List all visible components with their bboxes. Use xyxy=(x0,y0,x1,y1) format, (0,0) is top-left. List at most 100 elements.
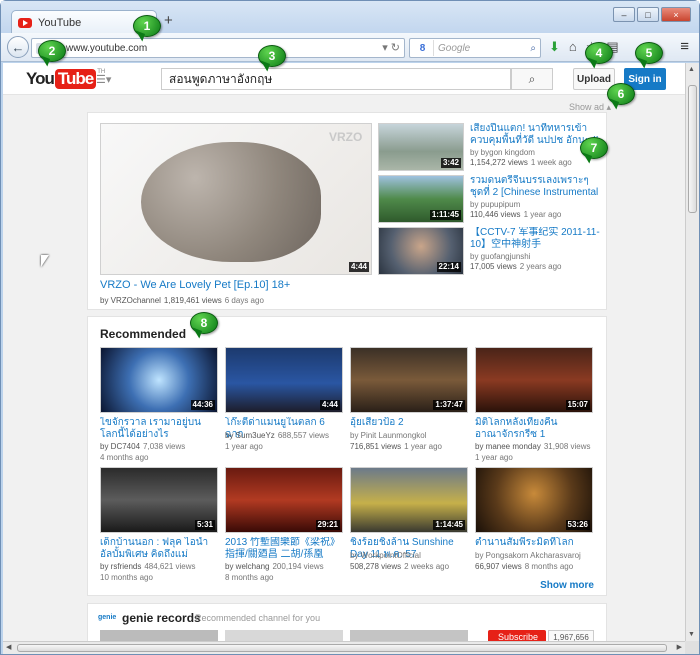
video-thumbnail[interactable] xyxy=(225,630,343,641)
video-thumbnail[interactable]: 1:14:45 xyxy=(350,467,468,533)
video-thumbnail[interactable]: 4:44 xyxy=(225,347,343,413)
genie-logo[interactable]: genie xyxy=(98,614,116,621)
featured-main-title[interactable]: VRZO - We Are Lovely Pet [Ep.10] 18+ xyxy=(100,279,372,291)
cat-image xyxy=(141,142,321,262)
side-video-meta: 1,154,272 views 1 week ago xyxy=(470,157,572,168)
video-title[interactable]: อุ้ยเสี่ยวป้อ 2 xyxy=(350,417,468,429)
side-video-title[interactable]: 【CCTV-7 军事纪实 2011-11-10】空中神射手 xyxy=(470,227,600,251)
youtube-header: You Tube TH ☰▾ สอนพูดภาษาอังกฤษ ⌕ Upload… xyxy=(3,63,685,95)
home-icon[interactable]: ⌂ xyxy=(569,39,577,55)
side-video-meta: 110,446 views 1 year ago xyxy=(470,209,561,220)
reload-icon[interactable]: ▾ ↻ xyxy=(382,41,400,54)
duration-badge: 22:14 xyxy=(436,262,461,272)
upload-age: 1 year ago xyxy=(404,442,442,451)
horizontal-scrollbar[interactable]: ◀ ▶ xyxy=(3,641,685,654)
tab-title: YouTube xyxy=(38,16,82,29)
video-title[interactable]: ไขจักรวาล เรามาอยู่บนโลกนี้ได้อย่างไร xyxy=(100,417,218,441)
url-bar[interactable]: www.youtube.com ▾ ↻ xyxy=(31,38,405,58)
show-more-link[interactable]: Show more xyxy=(540,580,594,591)
minimize-button[interactable]: – xyxy=(613,7,635,22)
duration-badge: 1:11:45 xyxy=(429,210,461,220)
logo-tube-text: Tube xyxy=(54,69,97,89)
video-thumbnail[interactable]: 29:21 xyxy=(225,467,343,533)
upload-age: 4 months ago xyxy=(100,453,149,462)
video-channel[interactable]: by WorkpointOfficial xyxy=(350,550,421,561)
scroll-right-icon[interactable]: ▶ xyxy=(677,643,682,651)
view-count: 31,908 views xyxy=(543,442,591,451)
callout-badge-4: 4 xyxy=(585,42,613,64)
channel-name[interactable]: genie records xyxy=(122,611,201,625)
youtube-logo[interactable]: You Tube TH xyxy=(26,69,105,89)
side-video-title[interactable]: รวมดนตรีจีนบรรเลงเพราะๆ ชุดที่ 2 [Chines… xyxy=(470,175,600,199)
video-thumbnail[interactable]: 15:07 xyxy=(475,347,593,413)
upload-age: 8 months ago xyxy=(225,573,274,582)
youtube-favicon-icon xyxy=(18,17,32,28)
view-count: 484,621 views xyxy=(144,562,196,571)
channel-name[interactable]: by manee monday xyxy=(475,442,541,451)
side-thumbnail[interactable]: 3:42 xyxy=(378,123,464,171)
video-thumbnail[interactable] xyxy=(350,630,468,641)
video-thumbnail[interactable]: 5:31 xyxy=(100,467,218,533)
video-title[interactable]: 2013 竹塹國樂節《梁祝》指揮/關廼昌 二胡/孫凰 xyxy=(225,537,343,561)
video-thumbnail[interactable]: 44:36 xyxy=(100,347,218,413)
youtube-search-button[interactable]: ⌕ xyxy=(511,68,553,90)
close-window-button[interactable]: × xyxy=(661,7,691,22)
upload-age: 1 year ago xyxy=(523,210,562,219)
channel-subtitle: Recommended channel for you xyxy=(195,613,321,623)
vertical-scrollbar[interactable]: ▲ ▼ xyxy=(685,63,699,641)
scroll-down-icon[interactable]: ▼ xyxy=(688,631,695,638)
video-meta: by rsfriends 484,621 views xyxy=(100,561,196,572)
channel-name[interactable]: by DC7404 xyxy=(100,442,140,451)
video-thumbnail[interactable]: 53:26 xyxy=(475,467,593,533)
channel-name[interactable]: by welchang xyxy=(225,562,269,571)
menu-icon[interactable]: ≡ xyxy=(680,38,689,55)
maximize-button[interactable]: □ xyxy=(637,7,659,22)
upload-age: 1 year ago xyxy=(225,442,263,451)
duration-badge: 44:36 xyxy=(190,400,215,410)
youtube-search-input[interactable]: สอนพูดภาษาอังกฤษ xyxy=(161,68,511,90)
vrzo-watermark: VRZO xyxy=(329,130,363,144)
video-meta: by Sum3ueYz 688,557 views xyxy=(225,430,329,441)
video-title[interactable]: เด็กบ้านนอก : ฟลุค ไอน้ำ อัลบั้มพิเศษ คิ… xyxy=(100,537,218,561)
scroll-left-icon[interactable]: ◀ xyxy=(6,643,11,651)
video-channel[interactable]: by Pinit Launmongkol xyxy=(350,430,427,441)
view-count: 7,038 views xyxy=(143,442,186,451)
upload-age: 2 weeks ago xyxy=(404,562,450,571)
mouse-cursor-icon xyxy=(41,255,49,267)
duration-badge: 5:31 xyxy=(194,520,215,530)
channel-name[interactable]: by Sum3ueYz xyxy=(225,431,275,440)
callout-badge-5: 5 xyxy=(635,42,663,64)
side-thumbnail[interactable]: 22:14 xyxy=(378,227,464,275)
upload-age: 1 week ago xyxy=(530,158,572,167)
scroll-up-icon[interactable]: ▲ xyxy=(688,66,695,73)
subscriber-count: 1,967,656 xyxy=(548,630,594,641)
video-thumbnail[interactable] xyxy=(100,630,218,641)
new-tab-button[interactable]: + xyxy=(164,12,173,29)
video-title[interactable]: มิติโลกหลังเที่ยงคืน อาณาจักรกรีซ 1 xyxy=(475,417,593,441)
search-icon[interactable]: ⌕ xyxy=(530,43,536,54)
horizontal-scroll-thumb[interactable] xyxy=(17,644,667,652)
channel-name[interactable]: by rsfriends xyxy=(100,562,141,571)
browser-search-bar[interactable]: 8 Google ⌕ xyxy=(409,38,541,58)
download-icon[interactable]: ⬇ xyxy=(549,39,560,55)
duration-badge: 4:44 xyxy=(319,400,340,410)
video-thumbnail[interactable]: 1:37:47 xyxy=(350,347,468,413)
back-button[interactable]: ← xyxy=(7,36,29,58)
duration-badge: 29:21 xyxy=(315,520,340,530)
search-query-text: สอนพูดภาษาอังกฤษ xyxy=(169,71,273,86)
subscribe-button[interactable]: Subscribe xyxy=(488,630,546,641)
video-meta: 66,907 views 8 months ago xyxy=(475,561,573,572)
featured-main-thumbnail[interactable]: VRZO 4:44 xyxy=(100,123,372,275)
video-title[interactable]: ตำนานสัมพีระมิดที่โลกตะลึง xyxy=(475,537,593,549)
vertical-scroll-thumb[interactable] xyxy=(688,85,697,213)
view-count: 200,194 views xyxy=(272,562,324,571)
side-thumbnail[interactable]: 1:11:45 xyxy=(378,175,464,223)
duration-badge: 4:44 xyxy=(348,262,369,272)
upload-age: 6 days ago xyxy=(224,296,264,305)
guide-menu-icon[interactable]: ☰▾ xyxy=(96,73,111,86)
video-channel[interactable]: by Pongsakorn Akcharasvaroj xyxy=(475,550,581,561)
recommended-heading: Recommended xyxy=(100,327,187,341)
channel-name[interactable]: by VRZOchannel xyxy=(100,296,161,305)
video-meta: by manee monday 31,908 views xyxy=(475,441,591,452)
google-engine-icon[interactable]: 8 xyxy=(412,40,434,56)
